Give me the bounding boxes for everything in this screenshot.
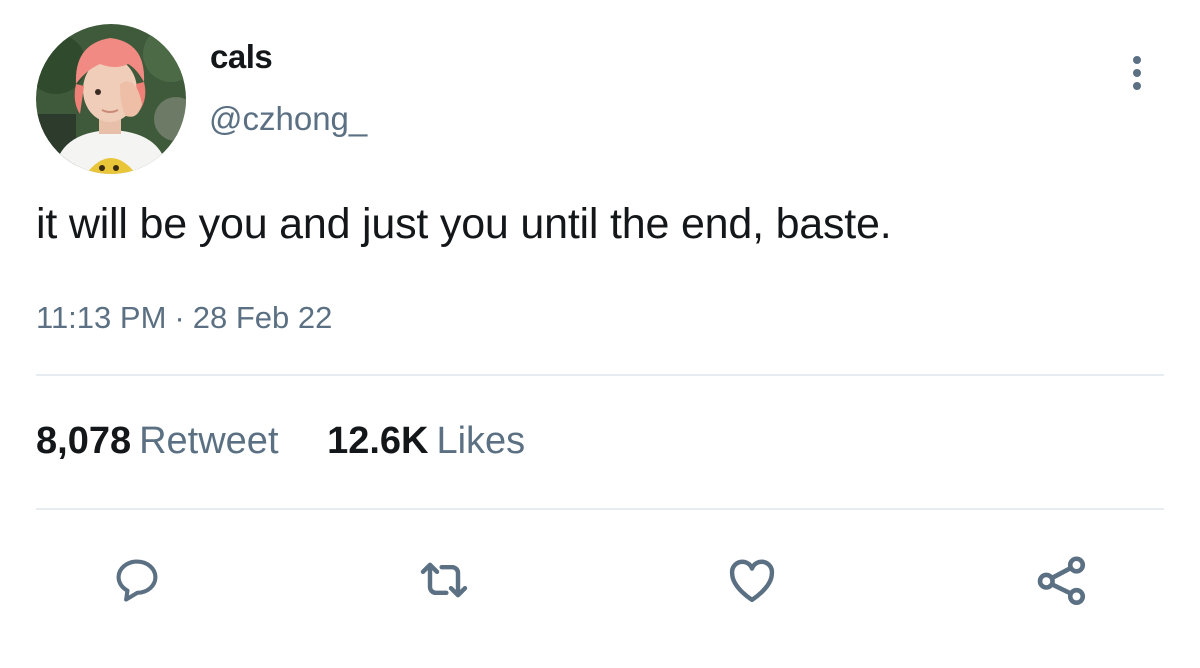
- tweet-time: 11:13 PM: [36, 300, 167, 335]
- tweet-timestamp[interactable]: 11:13 PM · 28 Feb 22: [36, 300, 332, 336]
- reply-button[interactable]: [105, 548, 169, 612]
- share-button[interactable]: [1030, 548, 1094, 612]
- more-dot: [1133, 69, 1141, 77]
- divider-bottom: [36, 508, 1164, 510]
- heart-icon: [729, 559, 775, 603]
- tweet-text: it will be you and just you until the en…: [36, 200, 892, 248]
- reply-icon: [116, 559, 158, 602]
- divider-top: [36, 374, 1164, 376]
- likes-count: 12.6K: [327, 420, 429, 462]
- likes-stat[interactable]: 12.6K Likes: [327, 420, 525, 463]
- retweet-icon: [420, 562, 468, 598]
- retweets-stat[interactable]: 8,078 Retweet: [36, 420, 279, 463]
- more-options-button[interactable]: [1118, 48, 1156, 98]
- tweet-date: 28 Feb 22: [192, 300, 333, 335]
- retweets-count: 8,078: [36, 420, 132, 462]
- more-dot: [1133, 82, 1141, 90]
- avatar[interactable]: [36, 24, 186, 174]
- like-button[interactable]: [720, 548, 784, 612]
- display-name[interactable]: cals: [210, 38, 273, 76]
- more-dot: [1133, 56, 1141, 64]
- timestamp-separator: ·: [174, 300, 185, 335]
- share-icon: [1037, 556, 1086, 606]
- tweet-detail: cals @czhong_ it will be you and just yo…: [0, 0, 1200, 668]
- tweet-stats: 8,078 Retweet 12.6K Likes: [36, 420, 525, 463]
- avatar-image: [36, 24, 186, 174]
- likes-label: Likes: [436, 420, 526, 462]
- retweets-label: Retweet: [139, 420, 279, 462]
- retweet-button[interactable]: [412, 548, 476, 612]
- user-handle[interactable]: @czhong_: [209, 100, 367, 138]
